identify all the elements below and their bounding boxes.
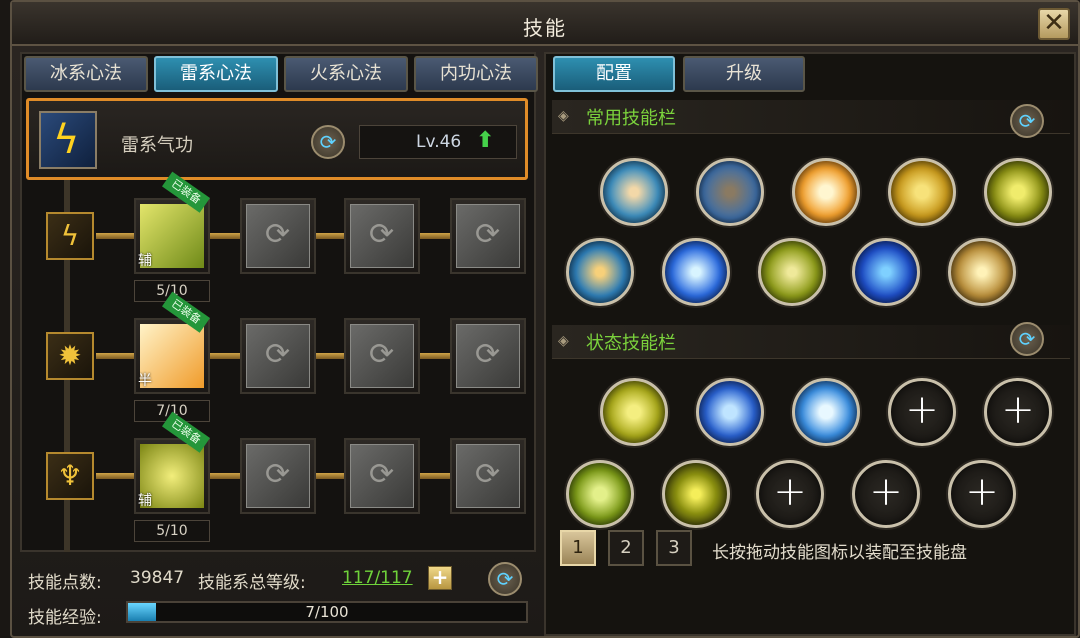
skill-slot-locked[interactable]: [450, 318, 526, 394]
connector: [96, 353, 136, 359]
ice-fan-skill-icon[interactable]: [792, 378, 860, 446]
total-level-value[interactable]: 117/117: [342, 568, 413, 588]
connector: [210, 473, 242, 479]
skill-slot-equipped[interactable]: 已装备 辅: [134, 411, 210, 514]
level-box: Lv.46 ⬆: [359, 125, 517, 159]
page-button-2[interactable]: 2: [608, 530, 644, 566]
connector: [210, 353, 242, 359]
connector: [96, 233, 136, 239]
lightning-icon[interactable]: ϟ: [39, 111, 97, 169]
locked-icon: [350, 324, 414, 388]
add-points-button[interactable]: +: [428, 566, 452, 590]
skill-exp-bar: 7/100: [126, 601, 528, 623]
window-title: 技能: [523, 16, 567, 40]
lightning-blade-skill-icon[interactable]: [758, 238, 826, 306]
connector: [96, 473, 136, 479]
fire-burst-skill-icon[interactable]: [792, 158, 860, 226]
empty-slot-plus-icon[interactable]: +: [852, 460, 920, 528]
lightning-branch-icon: ϟ: [46, 212, 94, 260]
blue-ray-skill-icon[interactable]: [600, 158, 668, 226]
arrow-up-icon[interactable]: ⬆: [476, 128, 494, 153]
skill-slot-locked[interactable]: [240, 438, 316, 514]
close-icon[interactable]: ✕: [1038, 8, 1070, 40]
role-tag: 辅: [138, 253, 152, 269]
figure-branch-icon: ♆: [46, 452, 94, 500]
diamond-icon: ◈: [558, 108, 569, 124]
main-skill-name: 雷系气功: [121, 135, 193, 156]
tab-fire[interactable]: 火系心法: [284, 56, 408, 92]
main-skill-header: ϟ 雷系气功 ⟳ Lv.46 ⬆: [26, 98, 528, 180]
status-bar-header: ◈ 状态技能栏: [552, 325, 1070, 359]
gold-vortex-skill-icon[interactable]: [948, 238, 1016, 306]
tab-thunder[interactable]: 雷系心法: [154, 56, 278, 92]
common-bar-title: 常用技能栏: [586, 108, 676, 129]
empty-slot-plus-icon[interactable]: +: [948, 460, 1016, 528]
locked-icon: [456, 444, 520, 508]
skill-slot-locked[interactable]: [450, 198, 526, 274]
skill-slot-equipped[interactable]: 已装备 半: [134, 291, 210, 394]
tab-inner-power[interactable]: 内功心法: [414, 56, 538, 92]
locked-icon: [456, 324, 520, 388]
blue-swirl-skill-icon[interactable]: [566, 238, 634, 306]
diamond-icon: ◈: [558, 333, 569, 349]
skill-points-value: 39847: [130, 568, 185, 588]
connector: [420, 353, 452, 359]
connector: [420, 473, 452, 479]
skill-exp-label: 技能经验:: [28, 608, 102, 628]
empty-slot-plus-icon[interactable]: +: [888, 378, 956, 446]
skill-slot-equipped[interactable]: 已装备 辅: [134, 171, 210, 274]
blue-crystal-skill-icon[interactable]: [852, 238, 920, 306]
status-bar-title: 状态技能栏: [586, 333, 676, 354]
yellow-swirl-skill-icon[interactable]: [984, 158, 1052, 226]
empty-slot-plus-icon[interactable]: +: [756, 460, 824, 528]
green-figure-skill-icon[interactable]: [566, 460, 634, 528]
locked-icon: [246, 444, 310, 508]
role-tag: 辅: [138, 493, 152, 509]
locked-icon: [456, 204, 520, 268]
page-button-1[interactable]: 1: [560, 530, 596, 566]
tab-configure[interactable]: 配置: [553, 56, 675, 92]
yellow-beast-skill-icon[interactable]: [600, 378, 668, 446]
common-bar-header: ◈ 常用技能栏: [552, 100, 1070, 134]
burst-branch-icon: ✹: [46, 332, 94, 380]
exp-text: 7/100: [305, 603, 349, 621]
skill-slot-locked[interactable]: [344, 318, 420, 394]
skill-count: 5/10: [134, 520, 210, 542]
locked-icon: [246, 204, 310, 268]
blue-wheel-skill-icon[interactable]: [696, 378, 764, 446]
locked-icon: [350, 204, 414, 268]
connector: [316, 473, 346, 479]
empty-slot-plus-icon[interactable]: +: [984, 378, 1052, 446]
connector: [316, 233, 346, 239]
warrior-skill-icon[interactable]: [696, 158, 764, 226]
connector: [420, 233, 452, 239]
lightning-slash-skill-icon[interactable]: [662, 460, 730, 528]
golden-tiger-skill-icon[interactable]: [888, 158, 956, 226]
skill-points-label: 技能点数:: [28, 573, 102, 593]
page-button-3[interactable]: 3: [656, 530, 692, 566]
title-bar: 技能 ✕: [12, 2, 1078, 46]
role-tag: 半: [138, 373, 152, 389]
skill-slot-locked[interactable]: [450, 438, 526, 514]
drag-hint: 长按拖动技能图标以装配至技能盘: [712, 543, 967, 563]
locked-icon: [246, 324, 310, 388]
skill-slot-locked[interactable]: [344, 438, 420, 514]
level-text: Lv.46: [416, 132, 462, 152]
school-tabs: 冰系心法 雷系心法 火系心法 内功心法: [24, 56, 538, 92]
refresh-icon[interactable]: ⟳: [1010, 104, 1044, 138]
tab-upgrade[interactable]: 升级: [683, 56, 805, 92]
skill-slot-locked[interactable]: [240, 318, 316, 394]
skill-slot-locked[interactable]: [344, 198, 420, 274]
tab-ice[interactable]: 冰系心法: [24, 56, 148, 92]
connector: [210, 233, 242, 239]
skill-slot-locked[interactable]: [240, 198, 316, 274]
connector: [316, 353, 346, 359]
refresh-icon[interactable]: ⟳: [488, 562, 522, 596]
locked-icon: [350, 444, 414, 508]
ice-strike-skill-icon[interactable]: [662, 238, 730, 306]
total-level-label: 技能系总等级:: [198, 573, 306, 593]
refresh-icon[interactable]: ⟳: [1010, 322, 1044, 356]
refresh-icon[interactable]: ⟳: [311, 125, 345, 159]
